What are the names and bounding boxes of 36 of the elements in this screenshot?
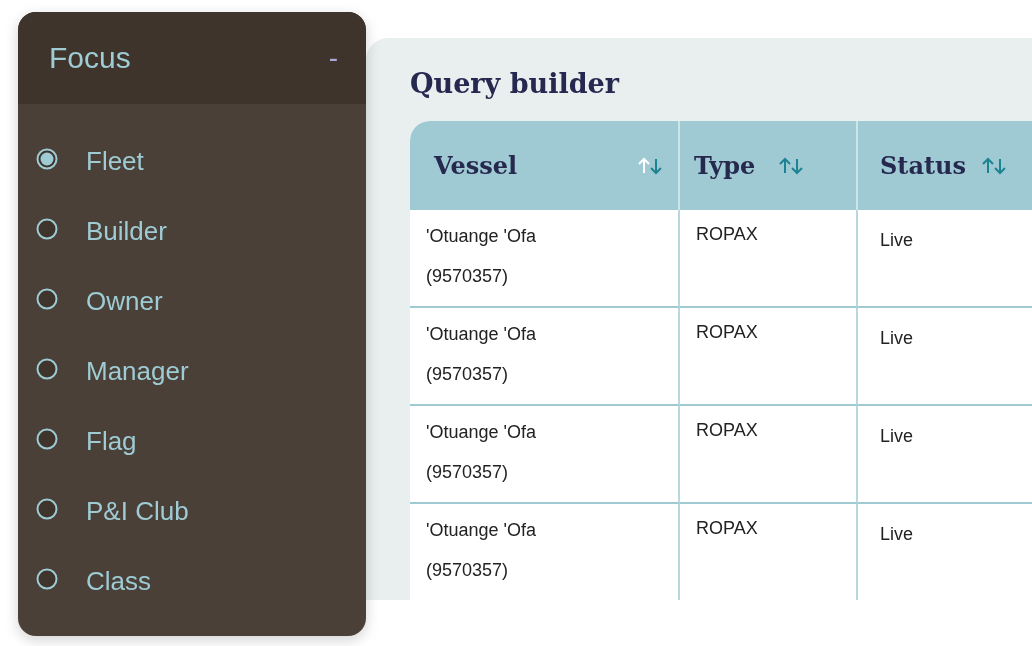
option-label[interactable]: Flag (86, 425, 137, 457)
table-cell: ROPAX (696, 420, 758, 440)
column-header[interactable]: Type (680, 121, 858, 210)
table-cell: ROPAX (696, 518, 758, 538)
radio-button[interactable] (36, 288, 58, 310)
radio-button[interactable] (36, 498, 58, 520)
option-label[interactable]: Owner (86, 285, 163, 317)
column-header[interactable]: Vessel (410, 121, 680, 210)
imo-number: (9570357) (426, 462, 509, 482)
vessel-name: 'Otuange 'Ofa (426, 520, 536, 540)
table-cell: Live (880, 426, 914, 446)
vessel-name: 'Otuange 'Ofa (426, 324, 536, 344)
vessel-name: 'Otuange 'Ofa (426, 422, 536, 442)
table-cell: Live (880, 230, 914, 250)
option-label[interactable]: Builder (86, 215, 167, 247)
table-cell: ROPAX (696, 322, 758, 342)
option-label[interactable]: Fleet (86, 145, 144, 177)
collapse-button[interactable]: - (324, 42, 342, 74)
radio-button[interactable] (36, 568, 58, 590)
vessel-name: 'Otuange 'Ofa (426, 226, 536, 246)
radio-button[interactable] (36, 358, 58, 380)
panel-title: Query builder (410, 68, 621, 99)
radio-button[interactable] (36, 428, 58, 450)
option-label[interactable]: Class (86, 565, 151, 597)
table-cell: ROPAX (696, 224, 758, 244)
imo-number: (9570357) (426, 364, 509, 384)
option-label[interactable]: P&I Club (86, 495, 189, 527)
option-label[interactable]: Manager (86, 355, 189, 387)
panel-title: Focus (49, 41, 131, 75)
column-header[interactable]: Status (858, 121, 1032, 210)
imo-number: (9570357) (426, 560, 509, 580)
imo-number: (9570357) (426, 266, 509, 286)
table-cell: Live (880, 524, 914, 544)
radio-button[interactable] (36, 148, 58, 170)
table-cell: Live (880, 328, 914, 348)
radio-button[interactable] (36, 218, 58, 240)
